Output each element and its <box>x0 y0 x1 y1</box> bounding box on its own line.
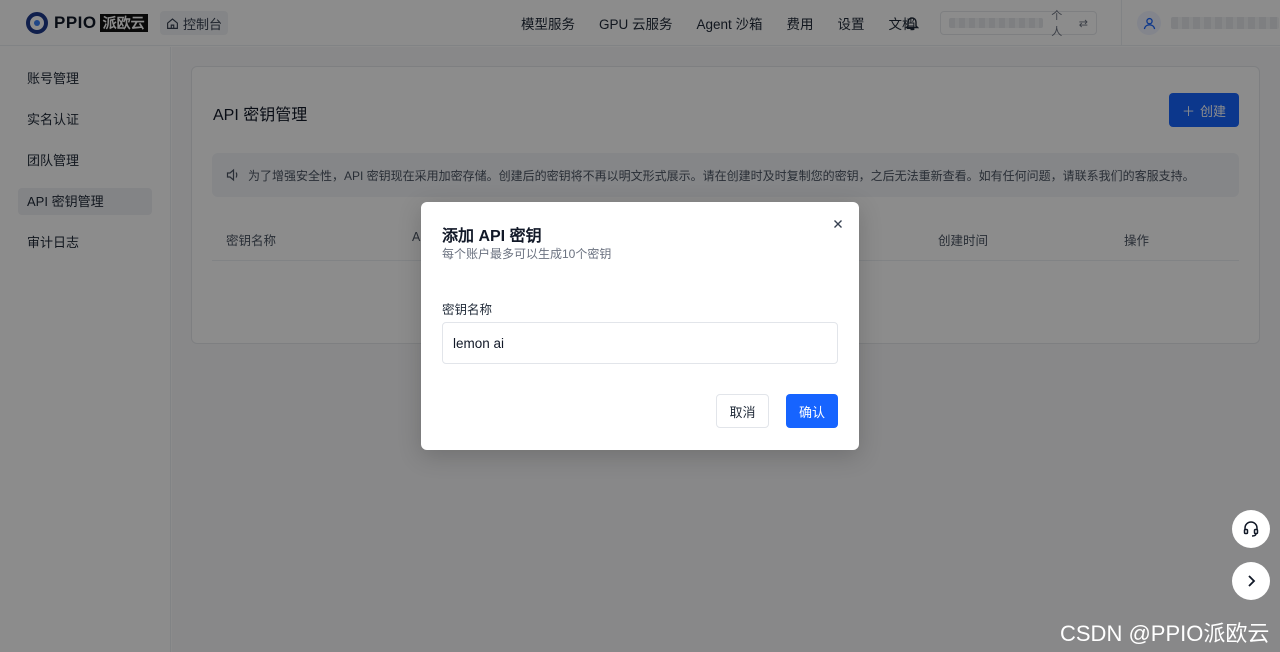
expand-button[interactable] <box>1232 562 1270 600</box>
headset-icon <box>1243 521 1259 537</box>
chevron-right-icon <box>1248 575 1256 587</box>
confirm-button[interactable]: 确认 <box>786 394 838 428</box>
support-button[interactable] <box>1232 510 1270 548</box>
cancel-button[interactable]: 取消 <box>716 394 769 428</box>
watermark: CSDN @PPIO派欧云 <box>1060 621 1270 646</box>
key-name-label: 密钥名称 <box>442 303 493 317</box>
dialog-subtitle: 每个账户最多可以生成10个密钥 <box>442 247 612 261</box>
dialog-title: 添加 API 密钥 <box>442 228 542 245</box>
close-icon[interactable] <box>831 217 845 231</box>
key-name-input[interactable] <box>442 322 838 364</box>
add-api-key-dialog: 添加 API 密钥 每个账户最多可以生成10个密钥 密钥名称 取消 确认 <box>421 202 859 450</box>
